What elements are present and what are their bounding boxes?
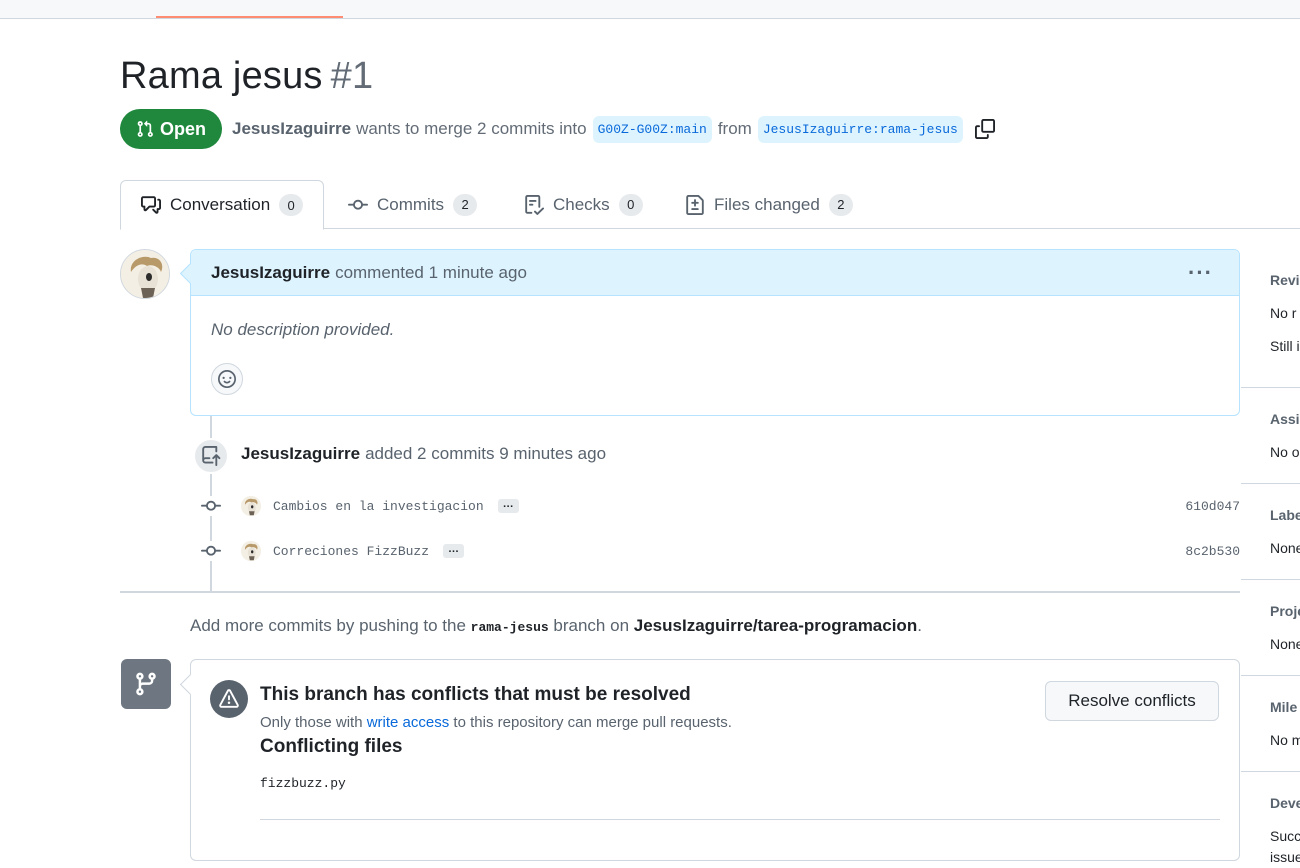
sub-suffix: to this repository can merge pull reques… bbox=[453, 714, 732, 731]
sidebar-projects-heading[interactable]: Proje bbox=[1270, 603, 1300, 619]
active-nav-underline bbox=[156, 16, 343, 18]
sidebar-development-note: issue bbox=[1270, 849, 1300, 865]
sidebar-milestone-heading[interactable]: Mile bbox=[1270, 699, 1297, 715]
tab-counter: 2 bbox=[453, 193, 478, 216]
git-commit-icon bbox=[199, 541, 223, 561]
checklist-icon bbox=[525, 194, 544, 215]
pr-meta: Open JesusIzaguirre wants to merge 2 com… bbox=[120, 109, 995, 149]
list-item: Correciones FizzBuzz … 8c2b530 bbox=[199, 537, 1240, 565]
repo-link[interactable]: JesusIzaguirre/tarea-programacion bbox=[634, 616, 917, 635]
comment-discussion-icon bbox=[141, 196, 161, 214]
comment-box: JesusIzaguirre commented 1 minute ago ··… bbox=[190, 249, 1240, 416]
copy-branch-button[interactable] bbox=[974, 119, 995, 139]
avatar[interactable] bbox=[241, 496, 261, 516]
alert-icon bbox=[219, 689, 239, 708]
sidebar-development-value: Succ bbox=[1270, 828, 1300, 844]
tab-counter: 0 bbox=[618, 193, 643, 216]
tab-files-changed[interactable]: Files changed 2 bbox=[665, 180, 873, 229]
tab-counter: 0 bbox=[279, 194, 304, 216]
tab-commits[interactable]: Commits 2 bbox=[328, 180, 497, 229]
repo-nav-bar bbox=[0, 0, 1300, 19]
status-label: Open bbox=[160, 118, 207, 139]
repo-push-icon bbox=[202, 446, 221, 466]
conflicting-files-title: Conflicting files bbox=[260, 736, 403, 757]
sidebar-reviewers-value: No r bbox=[1270, 305, 1297, 321]
sidebar-milestone-value: No m bbox=[1270, 732, 1300, 748]
commit-message-link[interactable]: Correciones FizzBuzz bbox=[273, 544, 429, 559]
repo-push-badge bbox=[193, 438, 229, 474]
avatar[interactable] bbox=[241, 541, 261, 561]
conflict-title: This branch has conflicts that must be r… bbox=[260, 684, 691, 705]
hint-branch: rama-jesus bbox=[470, 620, 549, 635]
tab-label: Conversation bbox=[170, 195, 271, 214]
timeline-end-divider bbox=[120, 591, 1240, 593]
pr-number: #1 bbox=[330, 55, 374, 97]
hint-middle: branch on bbox=[553, 616, 630, 635]
hint-suffix: . bbox=[917, 616, 922, 635]
sidebar-projects-value: None bbox=[1270, 636, 1300, 652]
push-author-link[interactable]: JesusIzaguirre bbox=[241, 444, 360, 463]
kebab-icon[interactable]: ··· bbox=[1188, 260, 1213, 286]
expand-commit-button[interactable]: … bbox=[443, 544, 465, 558]
expand-commit-button[interactable]: … bbox=[497, 499, 519, 513]
resolve-conflicts-button[interactable]: Resolve conflicts bbox=[1045, 681, 1219, 721]
comment-timestamp[interactable]: commented 1 minute ago bbox=[335, 263, 527, 283]
file-diff-icon bbox=[686, 194, 704, 215]
pr-tabs: Conversation 0 Commits 2 Checks 0 Files … bbox=[120, 180, 1300, 230]
push-event-desc: added 2 commits 9 minutes ago bbox=[365, 444, 607, 463]
conflict-file: fizzbuzz.py bbox=[260, 776, 346, 791]
list-item: Cambios en la investigacion … 610d047 bbox=[199, 492, 1240, 520]
tab-conversation[interactable]: Conversation 0 bbox=[120, 180, 325, 230]
push-hint: Add more commits by pushing to the rama-… bbox=[190, 616, 922, 636]
base-branch[interactable]: G00Z-G00Z:main bbox=[592, 115, 712, 143]
merge-box: This branch has conflicts that must be r… bbox=[190, 659, 1240, 861]
copy-icon bbox=[974, 119, 995, 139]
comment-body: No description provided. bbox=[211, 320, 395, 339]
from-text: from bbox=[717, 119, 752, 138]
commit-sha-link[interactable]: 8c2b530 bbox=[1185, 544, 1240, 559]
hint-prefix: Add more commits by pushing to the bbox=[190, 616, 466, 635]
avatar[interactable] bbox=[120, 249, 170, 299]
sidebar-labels-value: None bbox=[1270, 540, 1300, 556]
sidebar-labels-heading[interactable]: Labe bbox=[1270, 507, 1300, 523]
smiley-icon bbox=[218, 370, 236, 388]
status-badge: Open bbox=[120, 109, 223, 149]
tab-checks[interactable]: Checks 0 bbox=[504, 180, 663, 229]
tab-label: Files changed bbox=[714, 194, 820, 214]
commit-message-link[interactable]: Cambios en la investigacion bbox=[273, 499, 484, 514]
pr-title: Rama jesus bbox=[120, 55, 323, 97]
comment-author-link[interactable]: JesusIzaguirre bbox=[211, 263, 330, 283]
page-title: Rama jesus #1 bbox=[120, 52, 373, 100]
pull-request-icon bbox=[137, 120, 153, 137]
sidebar: Revie No r Still i Assig No o Labe None … bbox=[1270, 250, 1300, 868]
tab-counter: 2 bbox=[828, 193, 853, 216]
git-commit-icon bbox=[199, 496, 223, 516]
tab-label: Commits bbox=[377, 194, 445, 214]
sidebar-assignees-value: No o bbox=[1270, 444, 1300, 460]
conflict-subtitle: Only those with write access to this rep… bbox=[260, 714, 732, 731]
head-branch[interactable]: JesusIzaguirre:rama-jesus bbox=[757, 115, 963, 143]
comment-header: JesusIzaguirre commented 1 minute ago ··… bbox=[191, 250, 1239, 296]
pr-author-link[interactable]: JesusIzaguirre bbox=[232, 119, 351, 139]
alert-badge bbox=[210, 680, 248, 718]
sidebar-reviewers-note: Still i bbox=[1270, 338, 1300, 354]
sub-prefix: Only those with bbox=[260, 714, 363, 731]
sidebar-assignees-heading[interactable]: Assig bbox=[1270, 411, 1300, 427]
sidebar-reviewers-heading[interactable]: Revie bbox=[1270, 272, 1300, 288]
add-reaction-button[interactable] bbox=[211, 363, 243, 395]
sidebar-development-heading: Deve bbox=[1270, 795, 1300, 811]
commit-sha-link[interactable]: 610d047 bbox=[1185, 499, 1240, 514]
git-commit-icon bbox=[348, 199, 368, 210]
avatar-image bbox=[121, 250, 169, 298]
merge-text: wants to merge 2 commits into bbox=[356, 119, 587, 138]
push-event-text: JesusIzaguirre added 2 commits 9 minutes … bbox=[241, 444, 606, 464]
merge-status-badge bbox=[121, 659, 171, 709]
write-access-link[interactable]: write access bbox=[367, 714, 450, 731]
divider bbox=[260, 819, 1220, 820]
tab-label: Checks bbox=[553, 194, 610, 214]
git-branch-icon bbox=[136, 672, 156, 696]
